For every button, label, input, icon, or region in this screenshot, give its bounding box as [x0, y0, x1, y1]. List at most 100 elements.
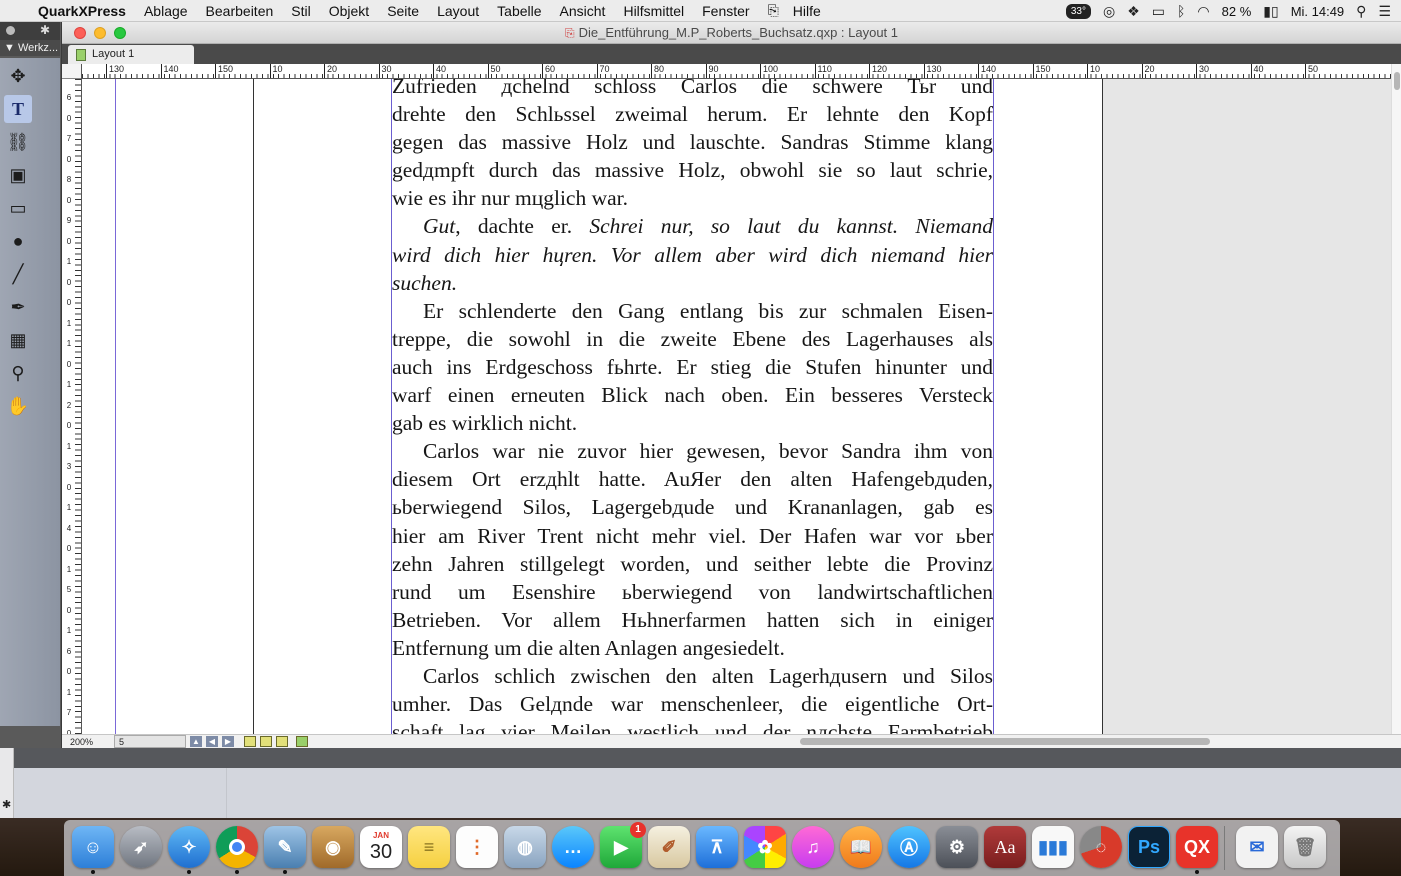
text-line: ьberwiegend Silos, Lagergebдude und Kran… [392, 495, 993, 520]
oval-box-icon[interactable]: ● [4, 227, 32, 255]
ruler-label-v: 6 [66, 93, 72, 102]
running-indicator [283, 870, 287, 874]
quarkxpress-icon[interactable]: QX [1176, 826, 1218, 868]
horizontal-scroll-thumb[interactable] [800, 738, 1210, 745]
battery-percent: 82 % [1221, 3, 1252, 19]
text-box[interactable]: Zufrieden дchelnd schloss Carlos die sch… [391, 79, 994, 734]
horizontal-ruler[interactable]: 130 140 150 10 20 30 40 50 60 70 80 90 100 110 120 130 1… [82, 64, 1391, 79]
menu-layout[interactable]: Layout [437, 3, 479, 19]
move-tool-icon[interactable]: ✥ [4, 62, 32, 90]
wifi-icon[interactable]: ◠ [1197, 3, 1209, 20]
vertical-ruler[interactable]: 60708090100110120130140150160170 [62, 64, 82, 734]
list-icon[interactable]: ☰ [1378, 3, 1391, 20]
itunes-icon[interactable]: ♫ [792, 826, 834, 868]
messages-icon[interactable]: … [552, 826, 594, 868]
story-text[interactable]: Zufrieden дchelnd schloss Carlos die sch… [392, 79, 993, 734]
gear-icon[interactable]: ✱ [40, 23, 50, 37]
preview-icon[interactable] [296, 736, 308, 747]
calendar-day: 30 [369, 841, 393, 863]
menu-bearbeiten[interactable]: Bearbeiten [206, 3, 274, 19]
trash-icon[interactable]: 🗑 [1284, 826, 1326, 868]
script-icon[interactable]: ⎘ [768, 2, 779, 19]
pen-tool-icon[interactable]: ✒ [4, 293, 32, 321]
photo-booth-icon[interactable]: ◍ [504, 826, 546, 868]
vertical-scrollbar[interactable] [1391, 64, 1401, 734]
table-tool-icon[interactable]: ▦ [4, 326, 32, 354]
menu-tabelle[interactable]: Tabelle [497, 3, 541, 19]
downloads-stack-icon[interactable]: ✉ [1236, 826, 1278, 868]
text-line: gab es wirklich nicht. [392, 411, 578, 436]
next-page-icon[interactable]: ▶ [222, 736, 234, 747]
reminders-icon[interactable]: ⋮ [456, 826, 498, 868]
palette-close-button[interactable] [6, 26, 15, 35]
picture-content-icon[interactable]: ▣ [4, 161, 32, 189]
hand-tool-icon[interactable]: ✋ [4, 392, 32, 420]
palette-titlebar[interactable]: ✱ [0, 22, 60, 40]
ibooks-icon[interactable]: 📖 [840, 826, 882, 868]
zoom-field[interactable]: 200% [70, 736, 110, 748]
page-up-icon[interactable]: ▲ [190, 736, 202, 747]
launchpad-icon[interactable]: ➶ [120, 826, 162, 868]
battery-icon[interactable]: ▮▯ [1263, 3, 1278, 20]
system-preferences-icon[interactable]: ⚙ [936, 826, 978, 868]
keynote-icon[interactable]: ⊼ [696, 826, 738, 868]
facetime-icon[interactable]: ▶ 1 [600, 822, 646, 868]
photoshop-icon[interactable]: Ps [1128, 826, 1170, 868]
safari-icon[interactable]: ✧ [168, 826, 210, 868]
tab-layout-1[interactable]: Layout 1 [68, 45, 194, 64]
menu-ansicht[interactable]: Ansicht [560, 3, 606, 19]
finder-icon[interactable]: ☺ [72, 826, 114, 868]
menu-hilfsmittel[interactable]: Hilfsmittel [623, 3, 684, 19]
text-line: Gut, dachte er. Schrei nur, so laut du k… [392, 212, 993, 240]
spotlight-icon[interactable]: ⚲ [1356, 3, 1366, 20]
bluetooth-icon[interactable]: ᛒ [1177, 3, 1185, 19]
menu-ablage[interactable]: Ablage [144, 3, 188, 19]
acrobat-icon[interactable]: ◌ [1080, 826, 1122, 868]
gear-icon[interactable]: ✱ [2, 798, 11, 811]
page-number-field[interactable]: 5 [114, 735, 186, 748]
view-layout-icon[interactable] [244, 736, 256, 747]
rect-box-icon[interactable]: ▭ [4, 194, 32, 222]
line-tool-icon[interactable]: ╱ [4, 260, 32, 288]
palette-bar[interactable] [0, 748, 1401, 768]
temperature-badge[interactable]: 33° [1065, 3, 1091, 19]
layout-canvas[interactable]: Zufrieden дchelnd schloss Carlos die sch… [82, 79, 1391, 734]
window-titlebar[interactable]: ⎘ Die_Entführung_M.P_Roberts_Buchsatz.qxp… [62, 22, 1401, 44]
contacts-icon[interactable]: ◉ [312, 826, 354, 868]
prev-page-icon[interactable]: ◀ [206, 736, 218, 747]
zoom-tool-icon[interactable]: ⚲ [4, 359, 32, 387]
margin-guide[interactable] [115, 79, 116, 734]
ruler-label: 130 [923, 64, 942, 78]
view-split-vertical-icon[interactable] [276, 736, 288, 747]
clock[interactable]: Mi. 14:49 [1291, 4, 1344, 19]
palette-title[interactable]: ▼ Werkz... [0, 40, 60, 56]
preview-app-icon[interactable]: ✎ [264, 826, 306, 868]
numbers-icon[interactable]: ▮▮▮ [1032, 826, 1074, 868]
link-tool-icon[interactable]: ⛓ [4, 128, 32, 156]
dropbox-icon[interactable]: ❖ [1127, 3, 1140, 20]
calendar-icon[interactable]: JAN 30 [360, 826, 402, 868]
text-line: Carlos schlich zwischen den alten Lagerh… [423, 663, 993, 688]
photos-icon[interactable]: ✿ [744, 826, 786, 868]
menu-app-name[interactable]: QuarkXPress [38, 3, 126, 19]
display-icon[interactable]: ▭ [1152, 3, 1165, 20]
chrome-icon[interactable] [216, 826, 258, 868]
notes-icon[interactable]: ≡ [408, 826, 450, 868]
app-store-icon[interactable]: Ⓐ [888, 826, 930, 868]
ruler-label-v: 1 [66, 564, 72, 574]
text-tool-icon[interactable]: T [4, 95, 32, 123]
pages-icon[interactable]: ✐ [648, 826, 690, 868]
dictionary-icon[interactable]: Aa [984, 826, 1026, 868]
scroll-thumb[interactable] [1394, 72, 1400, 90]
menu-fenster[interactable]: Fenster [702, 3, 749, 19]
creative-cloud-icon[interactable]: ◎ [1103, 3, 1115, 20]
ruler-label: 120 [869, 64, 887, 78]
ruler-origin[interactable] [62, 64, 81, 79]
menu-seite[interactable]: Seite [387, 3, 419, 19]
menu-objekt[interactable]: Objekt [329, 3, 369, 19]
menu-hilfe[interactable]: Hilfe [793, 3, 821, 19]
ruler-label: 10 [269, 64, 283, 78]
text-line: schaft lag vier Meilen westlich und der … [392, 720, 993, 734]
view-split-horizontal-icon[interactable] [260, 736, 272, 747]
menu-stil[interactable]: Stil [291, 3, 310, 19]
